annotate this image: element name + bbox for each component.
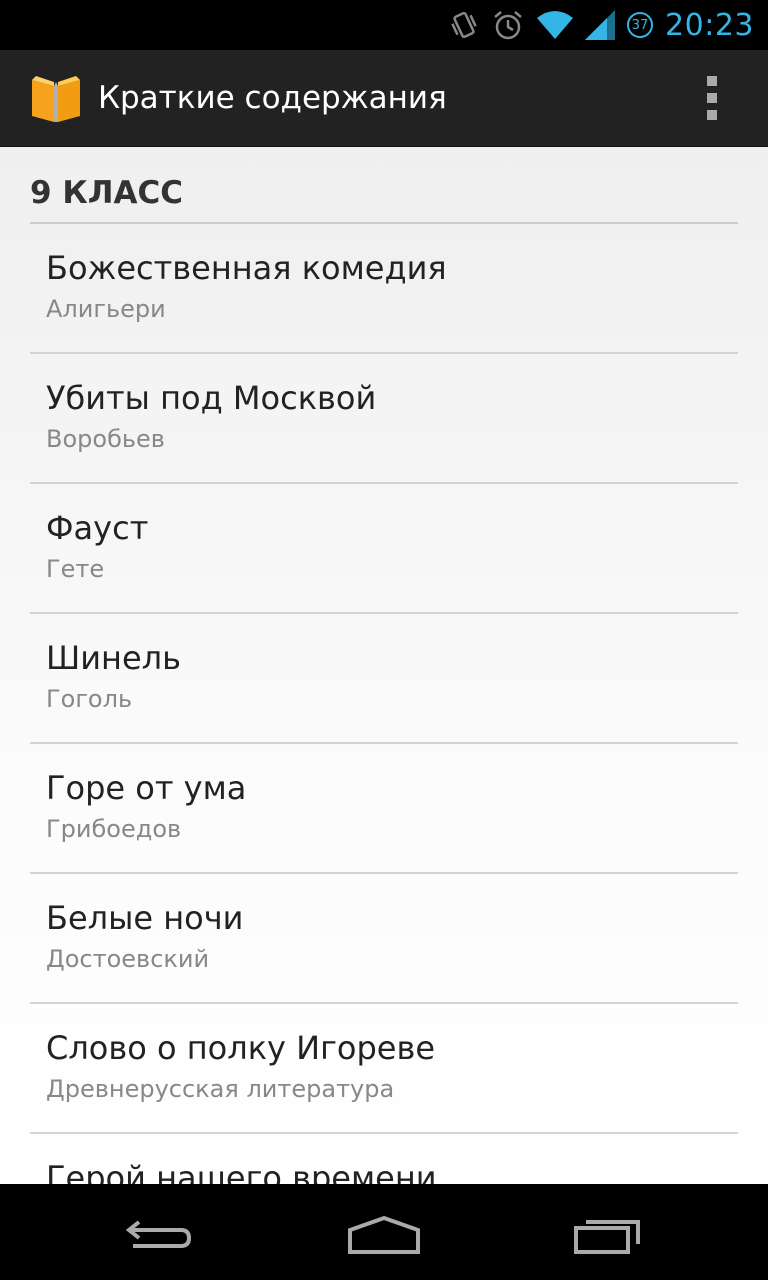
nav-bar — [0, 1184, 768, 1280]
status-bar: 37 20:23 — [0, 0, 768, 50]
menu-dot — [707, 93, 717, 103]
item-author: Гете — [46, 555, 105, 583]
book-list: Божественная комедия Алигьери Убиты под … — [0, 224, 768, 1184]
item-title: Шинель — [46, 639, 181, 677]
list-item[interactable]: Божественная комедия Алигьери — [0, 224, 768, 354]
overflow-menu-icon[interactable] — [700, 76, 724, 120]
app-title: Краткие содержания — [98, 80, 447, 116]
item-author: Алигьери — [46, 295, 166, 323]
vibrate-icon — [449, 8, 479, 42]
signal-icon — [585, 10, 616, 40]
list-item[interactable]: Шинель Гоголь — [0, 614, 768, 744]
list-item[interactable]: Белые ночи Достоевский — [0, 874, 768, 1004]
section-header: 9 КЛАСС — [30, 175, 183, 211]
item-title: Фауст — [46, 509, 149, 547]
item-author: Гоголь — [46, 685, 133, 713]
alarm-icon — [491, 8, 525, 42]
list-item[interactable]: Горе от ума Грибоедов — [0, 744, 768, 874]
item-title: Божественная комедия — [46, 249, 447, 287]
home-icon[interactable] — [334, 1208, 434, 1260]
item-author: Древнерусская литература — [46, 1075, 395, 1103]
item-title: Слово о полку Игореве — [46, 1029, 435, 1067]
list-item[interactable]: Убиты под Москвой Воробьев — [0, 354, 768, 484]
item-author: Грибоедов — [46, 815, 182, 843]
item-author: Достоевский — [46, 945, 210, 973]
item-title: Герой нашего времени — [46, 1159, 437, 1184]
wifi-icon — [537, 10, 574, 40]
list-item[interactable]: Герой нашего времени — [0, 1134, 768, 1184]
battery-icon: 37 — [627, 12, 654, 38]
menu-dot — [707, 76, 717, 86]
back-icon[interactable] — [110, 1208, 210, 1260]
item-title: Белые ночи — [46, 899, 244, 937]
content-list[interactable]: 9 КЛАСС Божественная комедия Алигьери Уб… — [0, 147, 768, 1184]
book-icon[interactable] — [30, 72, 82, 124]
recents-icon[interactable] — [558, 1208, 658, 1260]
menu-dot — [707, 110, 717, 120]
item-author: Воробьев — [46, 425, 165, 453]
list-item[interactable]: Слово о полку Игореве Древнерусская лите… — [0, 1004, 768, 1134]
list-item[interactable]: Фауст Гете — [0, 484, 768, 614]
action-bar: Краткие содержания — [0, 50, 768, 147]
item-title: Горе от ума — [46, 769, 247, 807]
item-title: Убиты под Москвой — [46, 379, 377, 417]
status-icons: 37 20:23 — [449, 0, 754, 50]
clock: 20:23 — [665, 7, 754, 43]
